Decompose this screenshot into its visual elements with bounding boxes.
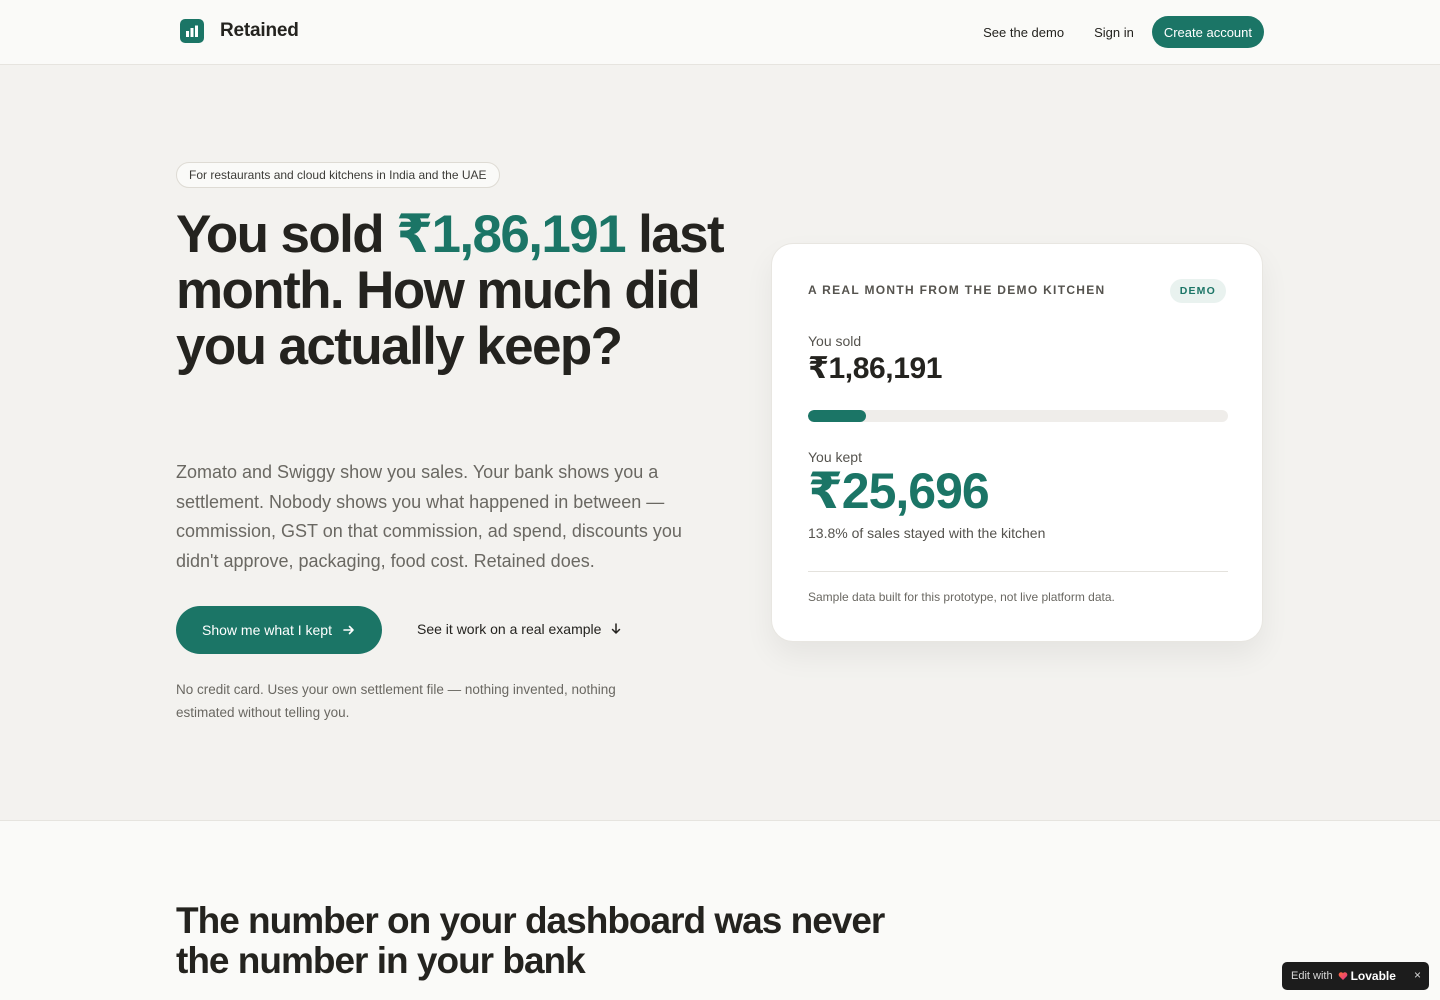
hero-fine-print: No credit card. Uses your own settlement… xyxy=(176,682,616,720)
top-nav: See the demo Sign in Create account xyxy=(983,16,1264,48)
audience-pill: For restaurants and cloud kitchens in In… xyxy=(176,162,500,188)
arrow-right-icon xyxy=(342,623,356,637)
lovable-heart-icon xyxy=(1338,971,1348,981)
secondary-cta-label: See it work on a real example xyxy=(417,621,602,637)
kept-progress-bar xyxy=(808,410,1228,422)
edit-with-label: Edit with xyxy=(1291,970,1333,982)
primary-cta-label: Show me what I kept xyxy=(202,622,332,638)
nav-sign-in-link[interactable]: Sign in xyxy=(1094,25,1134,40)
brand-logo-link[interactable]: Retained xyxy=(180,19,299,43)
hero-headline: You sold ₹1,86,191 last month. How much … xyxy=(176,207,756,375)
demo-badge: DEMO xyxy=(1169,279,1226,303)
headline-amount: ₹1,86,191 xyxy=(396,205,626,264)
close-icon[interactable]: × xyxy=(1414,968,1421,982)
card-eyebrow: A REAL MONTH FROM THE DEMO KITCHEN xyxy=(808,283,1106,297)
section-title: The number on your dashboard was never t… xyxy=(176,900,885,981)
sold-label: You sold xyxy=(808,333,862,349)
edit-with-lovable-badge[interactable]: Edit with Lovable × xyxy=(1282,962,1429,990)
demo-kitchen-card: A REAL MONTH FROM THE DEMO KITCHEN DEMO … xyxy=(771,243,1263,642)
card-divider xyxy=(808,571,1228,572)
kept-progress-fill xyxy=(808,410,866,422)
hero-section: For restaurants and cloud kitchens in In… xyxy=(0,65,1440,820)
logo-icon xyxy=(180,19,204,43)
card-footnote: Sample data built for this prototype, no… xyxy=(808,590,1115,604)
brand-name: Retained xyxy=(220,20,299,41)
hero-subtext: Zomato and Swiggy show you sales. Your b… xyxy=(176,462,682,571)
kept-note: 13.8% of sales stayed with the kitchen xyxy=(808,525,1046,541)
kept-value: ₹25,696 xyxy=(808,463,990,519)
headline-pre: You sold xyxy=(176,205,397,264)
create-account-button[interactable]: Create account xyxy=(1151,16,1264,48)
site-header: Retained See the demo Sign in Create acc… xyxy=(0,0,1440,65)
lovable-brand: Lovable xyxy=(1350,969,1396,983)
show-me-what-i-kept-button[interactable]: Show me what I kept xyxy=(176,606,382,654)
dashboard-vs-bank-section: The number on your dashboard was never t… xyxy=(0,820,1440,1000)
arrow-down-icon xyxy=(609,622,623,636)
nav-see-demo-link[interactable]: See the demo xyxy=(983,25,1064,40)
sold-value: ₹1,86,191 xyxy=(808,352,943,385)
see-real-example-link[interactable]: See it work on a real example xyxy=(417,621,623,637)
